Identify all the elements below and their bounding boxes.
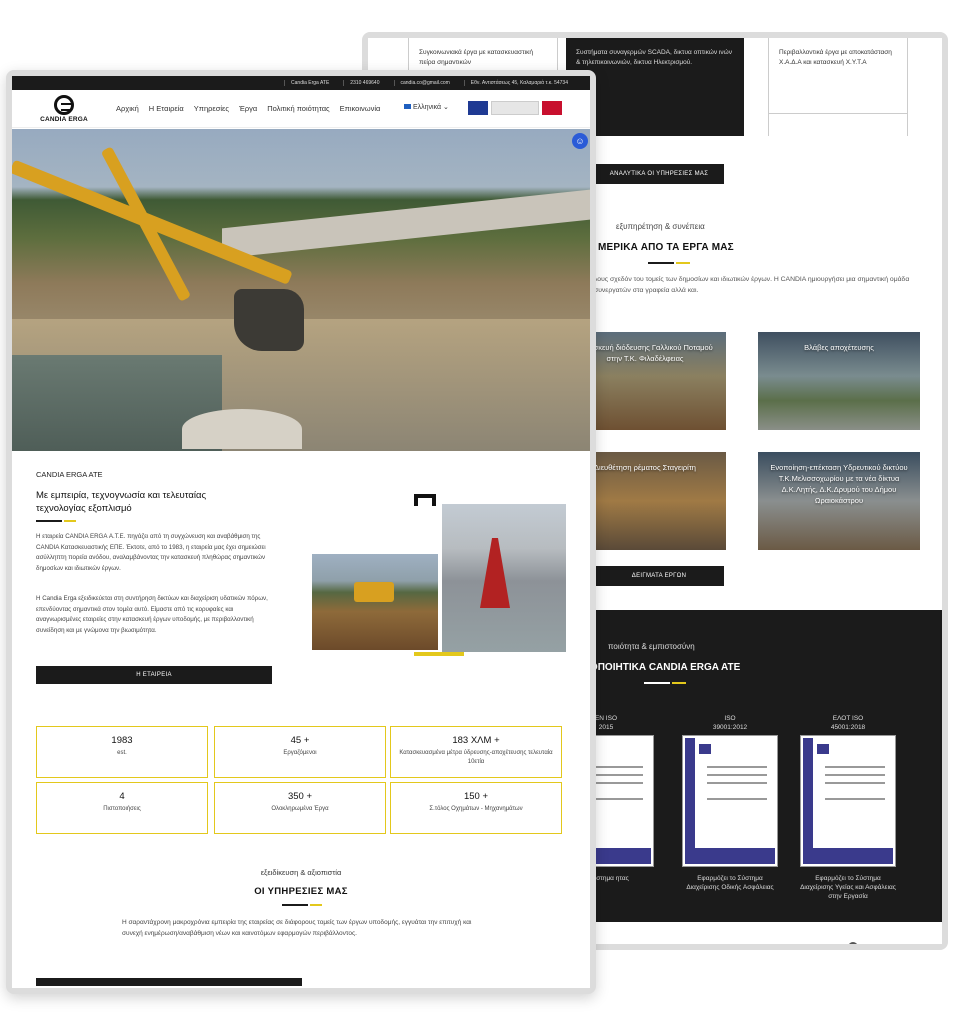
project-card[interactable]: Ενοποίηση-επέκταση Υδρευτικού δικτύου Τ.…	[758, 452, 920, 550]
certificate-card[interactable]: ISO 39001:2012 Εφαρμόζει το Σύστημα Διαχ…	[680, 714, 780, 892]
language-label: Ελληνικά	[413, 104, 442, 111]
stat-value: 350 +	[287, 791, 313, 802]
cert-version: 39001:2012	[712, 724, 748, 731]
service-text: Συστήματα συναγερμών SCADA, δικτυα οπτικ…	[576, 49, 732, 66]
title-divider	[282, 904, 308, 906]
stat-label: Πιστοποιήσεις	[103, 806, 141, 812]
projects-kicker: εξυπηρέτηση & συνέπεια	[616, 222, 705, 231]
menu-item-home[interactable]: Αρχική	[116, 104, 139, 113]
phone-link[interactable]: 2310 469640	[343, 80, 380, 86]
project-samples-button[interactable]: ΔΕΙΓΜΑΤΑ ΕΡΓΩΝ	[594, 566, 724, 586]
stat-card: 1983 est.	[36, 726, 208, 778]
chat-icon[interactable]	[848, 942, 858, 944]
stat-value: 4	[119, 791, 125, 802]
front-page-frame: Candia Erga ATE 2310 469640 candia.co@gm…	[6, 70, 596, 994]
logo-icon	[54, 95, 74, 115]
language-selector[interactable]: Ελληνικά ⌄	[404, 103, 449, 111]
title-divider-accent	[672, 682, 686, 684]
stat-card: 350 + Ολοκληρωμένα Έργα	[214, 782, 386, 834]
certificate-card[interactable]: ΕΛΟΤ ISO 45001:2018 Εφαρμόζει το Σύστημα…	[798, 714, 898, 901]
certs-title: ΤΟΠΟΙΗΤΙΚΑ CANDIA ERGA ATE	[584, 662, 741, 673]
stat-value: 183 ΧΛΜ +	[452, 735, 500, 746]
cert-description: Εφαρμόζει το Σύστημα Διαχείρισης Υγείας …	[800, 875, 896, 900]
stat-label: Σ.τόλος Οχημάτων - Μηχανημάτων	[429, 806, 523, 812]
accessibility-icon[interactable]: ☺	[572, 133, 588, 149]
about-paragraph: Η εταιρεία CANDIA ERGA Α.Τ.Ε. πηγάζει απ…	[36, 533, 266, 572]
decor-frame-accent	[414, 652, 464, 656]
projects-title: ΜΕΡΙΚΑ ΑΠΟ ΤΑ ΕΡΓΑ ΜΑΣ	[598, 242, 734, 253]
address-text: Εθν. Αντιστάσεως 45, Καλαμαριά τ.κ. 5473…	[463, 80, 568, 86]
menu-item-projects[interactable]: Έργα	[239, 104, 257, 113]
cert-standard: ISO	[724, 715, 736, 722]
company-name: Candia Erga ATE	[284, 80, 329, 86]
main-menu: Αρχική Η Εταιρεία Υπηρεσίες Έργα Πολιτικ…	[116, 104, 380, 113]
title-divider	[644, 682, 670, 684]
company-button[interactable]: Η ΕΤΑΙΡΕΙΑ	[36, 666, 272, 684]
screenshot-canvas: Συγκοινωνιακά έργα με κατασκευαστική πεί…	[0, 0, 956, 1024]
services-intro: Η σαραντάχρονη μακροχρόνια εμπειρία της …	[122, 919, 472, 937]
menu-item-company[interactable]: Η Εταιρεία	[149, 104, 184, 113]
about-kicker: CANDIA ERGA ATE	[36, 470, 103, 479]
hero-image: ☺	[12, 129, 590, 451]
projects-intro: λους σχεδόν του τομείς των δημοσίων και …	[594, 276, 910, 294]
about-headline: Με εμπειρία, τεχνογνωσία και τελευταίας …	[36, 490, 207, 514]
services-kicker: εξειδίκευση & αξιοπιστία	[260, 868, 342, 877]
stat-value: 1983	[111, 735, 133, 746]
certifications-section: ποιότητα & εμπιστοσύνη ΤΟΠΟΙΗΤΙΚΑ CANDIA…	[548, 610, 942, 922]
stat-card: 45 + Εργαζόμενοι	[214, 726, 386, 778]
stat-card: 183 ΧΛΜ + Κατασκευασμένα μέτρα ύδρευσης-α…	[390, 726, 562, 778]
stat-value: 150 +	[463, 791, 489, 802]
service-text: Συγκοινωνιακά έργα με κατασκευαστική πεί…	[419, 49, 533, 66]
stat-value: 45 +	[290, 735, 310, 746]
services-title: ΟΙ ΥΠΗΡΕΣΙΕΣ ΜΑΣ	[254, 886, 348, 897]
drilling-rig-photo	[442, 504, 566, 652]
menu-item-contact[interactable]: Επικοινωνία	[340, 104, 381, 113]
main-navbar: CANDIA ERGA Αρχική Η Εταιρεία Υπηρεσίες …	[12, 90, 590, 128]
project-caption: Βλάβες αποχέτευσης	[804, 343, 874, 352]
title-divider-accent	[64, 520, 76, 522]
site-logo[interactable]: CANDIA ERGA	[38, 95, 90, 125]
project-caption: Ενοποίηση-επέκταση Υδρευτικού δικτύου Τ.…	[770, 463, 908, 505]
stat-label: Εργαζόμενοι	[283, 750, 317, 756]
project-card[interactable]: Βλάβες αποχέτευσης	[758, 332, 920, 430]
title-divider-accent	[676, 262, 690, 264]
service-card-environment: Περιβαλλοντικά έργα με αποκατάσταση Χ.Α.…	[768, 38, 908, 136]
service-card-edge	[36, 978, 302, 986]
title-divider	[36, 520, 62, 522]
decor-frame	[414, 494, 418, 506]
certs-kicker: ποιότητα & εμπιστοσύνη	[608, 642, 695, 651]
stat-label: Ολοκληρωμένα Έργα	[271, 806, 329, 812]
menu-item-services[interactable]: Υπηρεσίες	[194, 104, 229, 113]
certificate-document	[682, 735, 778, 867]
excavator-photo	[312, 554, 438, 650]
top-info-bar: Candia Erga ATE 2310 469640 candia.co@gm…	[12, 76, 590, 90]
eu-funding-logos	[468, 101, 562, 115]
front-page: Candia Erga ATE 2310 469640 candia.co@gm…	[12, 76, 590, 988]
service-text: Περιβαλλοντικά έργα με αποκατάσταση Χ.Α.…	[779, 49, 892, 66]
chevron-down-icon: ⌄	[443, 104, 449, 111]
stat-card: 4 Πιστοποιήσεις	[36, 782, 208, 834]
stat-label: est.	[117, 750, 127, 756]
stat-label: Κατασκευασμένα μέτρα ύδρευσης-αποχέτευση…	[399, 750, 553, 765]
cert-version: 45001:2018	[830, 724, 866, 731]
certificate-document	[800, 735, 896, 867]
stat-card: 150 + Σ.τόλος Οχημάτων - Μηχανημάτων	[390, 782, 562, 834]
cert-standard: ΕΛΟΤ ISO	[832, 715, 864, 722]
decor-frame	[432, 494, 436, 506]
title-divider-accent	[310, 904, 322, 906]
email-link[interactable]: candia.co@gmail.com	[393, 80, 450, 86]
logo-text: CANDIA ERGA	[40, 116, 88, 123]
menu-item-quality-policy[interactable]: Πολιτική ποιότητας	[267, 104, 329, 113]
cert-description: Εφαρμόζει το Σύστημα Διαχείρισης Οδικής …	[686, 875, 774, 891]
services-detail-button[interactable]: ΑΝΑΛΥΤΙΚΑ ΟΙ ΥΠΗΡΕΣΙΕΣ ΜΑΣ	[594, 164, 724, 184]
title-divider	[648, 262, 674, 264]
about-paragraph: Η Candia Erga εξειδικεύεται στη συντήρησ…	[36, 595, 268, 634]
flag-icon	[404, 104, 411, 109]
